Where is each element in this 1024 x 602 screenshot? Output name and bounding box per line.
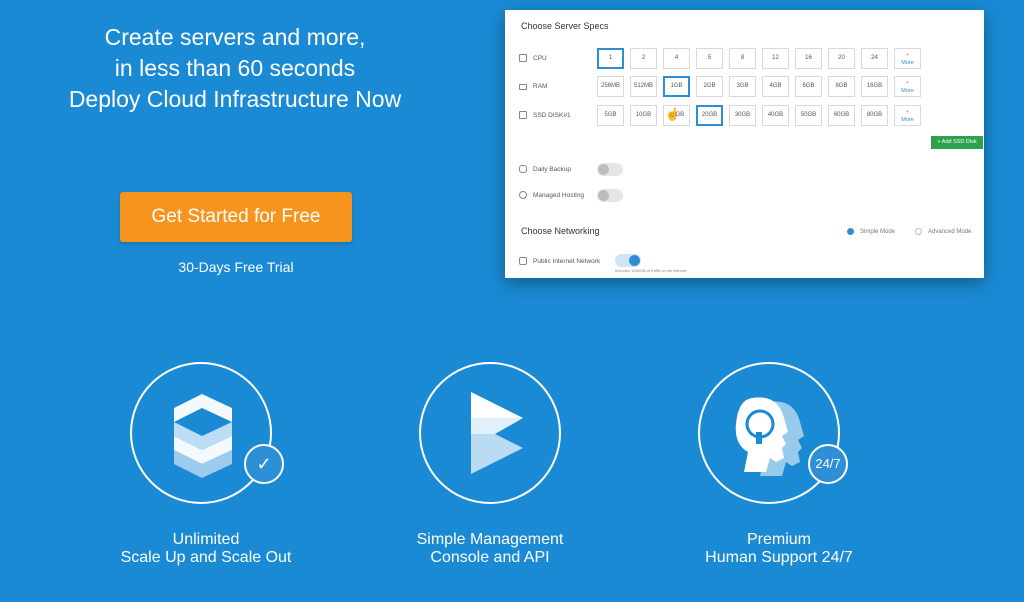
ram-label-text: RAM: [533, 83, 548, 90]
disk-option[interactable]: 60GB: [828, 105, 855, 126]
cpu-option[interactable]: 16: [795, 48, 822, 69]
cpu-option[interactable]: 1: [597, 48, 624, 69]
managed-hosting-toggle[interactable]: [597, 189, 623, 202]
feature-scale-line-1: Unlimited: [172, 531, 240, 548]
public-network-text: Public Internet Network: [533, 257, 601, 265]
disk-more-button[interactable]: + More: [894, 105, 921, 126]
cpu-more-button[interactable]: + More: [894, 48, 921, 69]
support-24-7-badge: 24/7: [808, 444, 848, 484]
daily-backup-label: Daily Backup: [519, 165, 571, 173]
disk-label: SSD DISK#1: [519, 111, 571, 119]
cpu-option[interactable]: 24: [861, 48, 888, 69]
hero-line-3: Deploy Cloud Infrastructure Now: [68, 86, 402, 112]
toggle-knob: [629, 255, 640, 266]
disk-option[interactable]: 30GB: [729, 105, 756, 126]
cpu-label-text: CPU: [533, 54, 547, 62]
feature-scale-label: Unlimited Scale Up and Scale Out: [86, 531, 326, 567]
feature-management-line-2: Console and API: [430, 549, 550, 566]
feature-management-label: Simple Management Console and API: [370, 531, 610, 567]
disk-option[interactable]: 5GB: [597, 105, 624, 126]
ram-option[interactable]: 512MB: [630, 76, 657, 97]
ram-more-button[interactable]: + More: [894, 76, 921, 97]
public-network-label: Public Internet Network: [519, 257, 600, 265]
ram-option[interactable]: 1GB: [663, 76, 690, 97]
daily-backup-toggle[interactable]: [597, 163, 623, 176]
cpu-option[interactable]: 12: [762, 48, 789, 69]
ram-option[interactable]: 256MB: [597, 76, 624, 97]
more-label: More: [901, 60, 914, 66]
hero-headline: Create servers and more, in less than 60…: [40, 22, 430, 115]
advanced-mode-radio[interactable]: Advanced Mode: [915, 228, 971, 235]
cpu-option[interactable]: 5: [696, 48, 723, 69]
networking-title: Choose Networking: [521, 226, 600, 236]
play-icon: [471, 392, 523, 474]
get-started-button[interactable]: Get Started for Free: [120, 192, 352, 242]
hero-line-2: in less than 60 seconds: [114, 55, 356, 81]
scale-feature-circle: [130, 362, 272, 504]
simple-mode-label: Simple Mode: [860, 228, 896, 235]
scale-icon: [174, 394, 232, 478]
ram-option[interactable]: 6GB: [795, 76, 822, 97]
disk-option[interactable]: 50GB: [795, 105, 822, 126]
ram-icon: [519, 83, 527, 90]
disk-option[interactable]: 20GB: [696, 105, 723, 126]
server-specs-panel: Choose Server Specs CPU 1 2 4 5 8 12 16 20 24 + Mo…: [505, 10, 984, 278]
network-icon: [519, 257, 527, 265]
cpu-option[interactable]: 2: [630, 48, 657, 69]
headset-icon: [519, 191, 527, 199]
feature-support-line-2: Human Support 24/7: [705, 549, 853, 566]
plus-icon: +: [905, 52, 910, 58]
cpu-label: CPU: [519, 54, 547, 62]
radio-dot: [847, 228, 854, 235]
cpu-icon: [519, 54, 527, 62]
ram-option[interactable]: 4GB: [762, 76, 789, 97]
server-specs-title: Choose Server Specs: [521, 21, 609, 31]
support-feature-circle: [698, 362, 840, 504]
radio-dot: [915, 228, 922, 235]
cpu-options: 1 2 4 5 8 12 16 20 24 + More: [597, 48, 921, 69]
disk-icon: [519, 111, 527, 119]
ram-option[interactable]: 3GB: [729, 76, 756, 97]
mouse-cursor-icon: ☝: [665, 107, 680, 121]
daily-backup-text: Daily Backup: [533, 165, 571, 173]
support-head-icon: [735, 397, 804, 476]
managed-hosting-label: Managed Hosting: [519, 191, 584, 199]
cpu-option[interactable]: 8: [729, 48, 756, 69]
ram-option[interactable]: 2GB: [696, 76, 723, 97]
checkmark-badge-icon: ✓: [244, 444, 284, 484]
public-network-toggle[interactable]: [615, 254, 641, 267]
more-label: More: [901, 117, 914, 123]
public-network-hint: Includes 1000GB of traffic to the intern…: [615, 268, 687, 273]
add-ssd-disk-button[interactable]: + Add SSD Disk: [931, 136, 983, 149]
disk-option[interactable]: 40GB: [762, 105, 789, 126]
simple-mode-radio[interactable]: Simple Mode: [847, 228, 895, 235]
backup-icon: [519, 165, 527, 173]
cpu-option[interactable]: 4: [663, 48, 690, 69]
managed-hosting-text: Managed Hosting: [533, 191, 584, 199]
toggle-knob: [598, 190, 609, 201]
plus-icon: +: [905, 109, 910, 115]
plus-icon: +: [905, 80, 910, 86]
disk-options: 5GB 10GB 15GB 20GB 30GB 40GB 50GB 60GB 80GB + More: [597, 105, 921, 126]
disk-label-text: SSD DISK#1: [533, 111, 571, 119]
feature-scale-line-2: Scale Up and Scale Out: [120, 549, 292, 566]
more-label: More: [901, 88, 914, 94]
feature-support-label: Premium Human Support 24/7: [659, 531, 899, 567]
toggle-knob: [598, 164, 609, 175]
hero-line-1: Create servers and more,: [104, 24, 366, 50]
cpu-option[interactable]: 20: [828, 48, 855, 69]
disk-option[interactable]: 80GB: [861, 105, 888, 126]
ram-option[interactable]: 16GB: [861, 76, 888, 97]
management-feature-circle: [419, 362, 561, 504]
ram-option[interactable]: 8GB: [828, 76, 855, 97]
disk-option[interactable]: 10GB: [630, 105, 657, 126]
ram-label: RAM: [519, 83, 547, 90]
advanced-mode-label: Advanced Mode: [928, 228, 972, 235]
trial-note: 30-Days Free Trial: [178, 259, 294, 275]
feature-support-line-1: Premium: [746, 531, 811, 548]
ram-options: 256MB 512MB 1GB 2GB 3GB 4GB 6GB 8GB 16GB + More: [597, 76, 921, 97]
feature-management-line-1: Simple Management: [416, 531, 564, 548]
